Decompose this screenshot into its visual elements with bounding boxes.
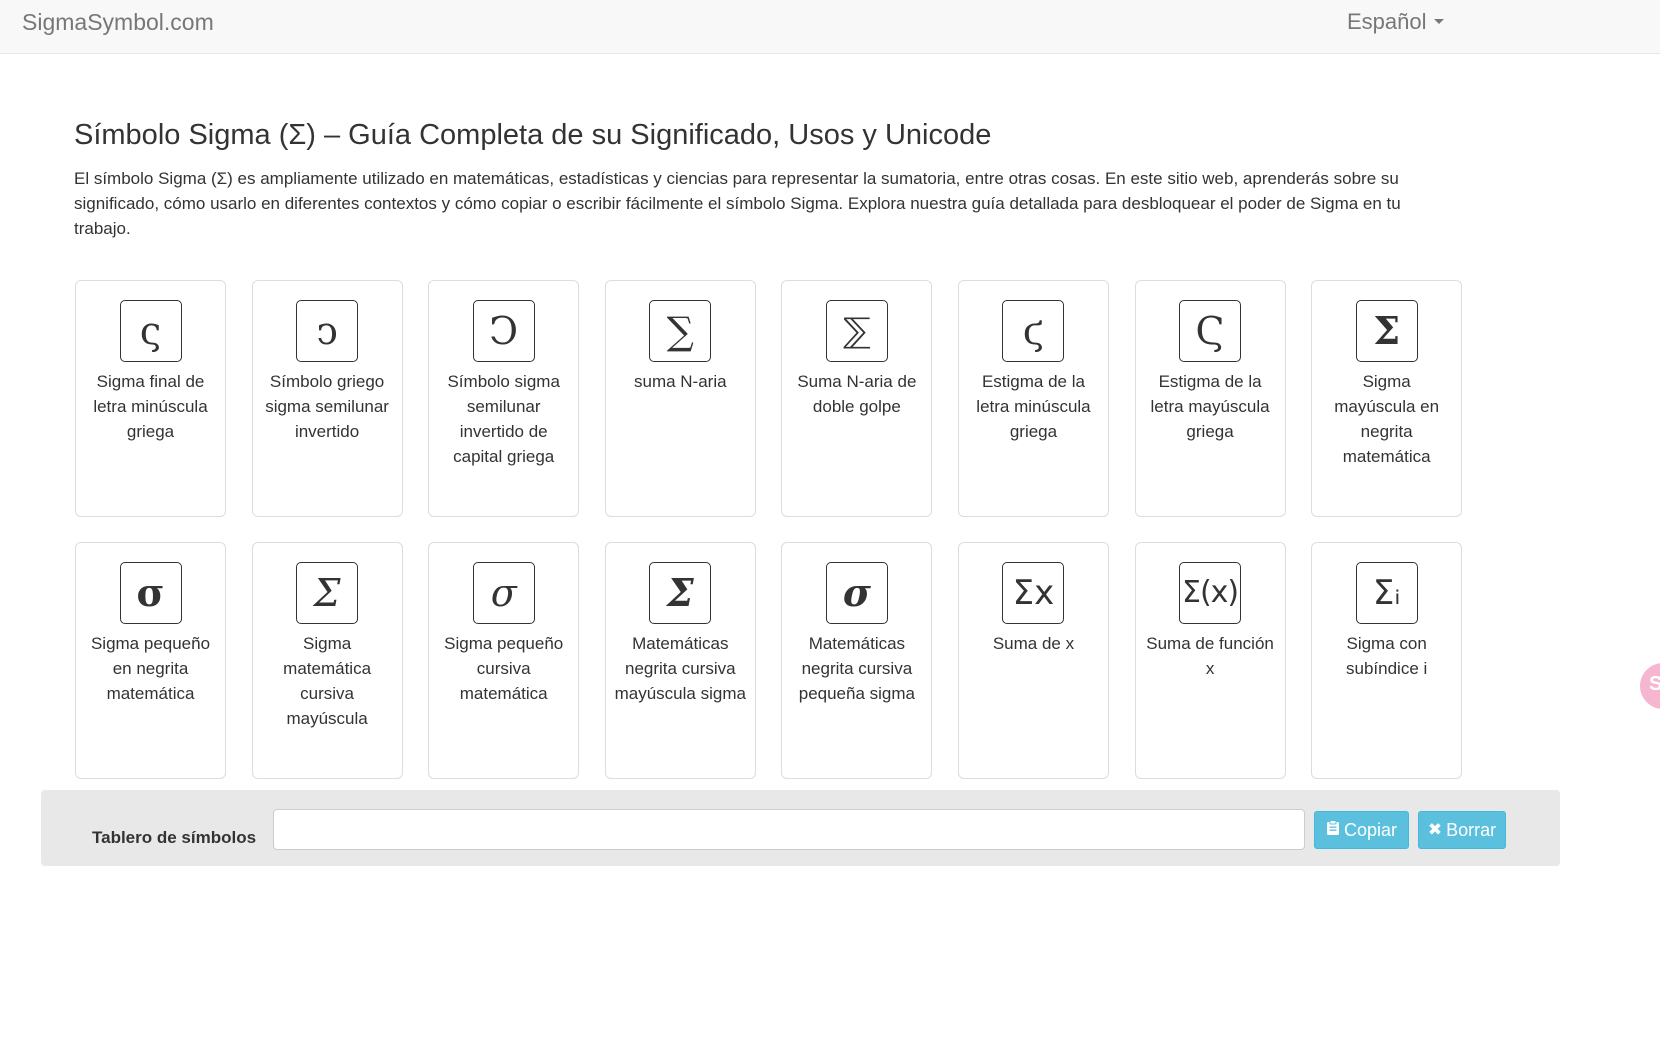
symbol-glyph: 𝚺 [1355,300,1418,362]
intro-paragraph: El símbolo Sigma (Σ) es ampliamente util… [74,169,1401,238]
symbol-glyph: Σᵢ [1355,562,1418,624]
symbol-label: Suma N-aria de doble golpe [797,372,917,416]
clear-label: Borrar [1446,819,1497,840]
symbol-glyph: 𝛴 [296,562,359,624]
symbol-label: Sigma final de letra minúscula griega [93,372,208,441]
symbol-glyph: 𝜮 [649,562,712,624]
symbol-glyph: Ϛ [1179,300,1242,362]
language-dropdown[interactable]: Español [1347,9,1444,35]
symbol-label: Estigma de la letra minúscula griega [976,372,1091,441]
card-reversed-lunate-sigma-capital[interactable]: Ͻ Símbolo sigma semilunar invertido de c… [428,280,580,517]
symbol-label: Sigma matemática cursiva mayúscula [283,634,372,728]
symbol-label: Suma de x [992,634,1075,653]
card-math-bold-small-sigma[interactable]: 𝛔 Sigma pequeño en negrita matemática [75,542,226,779]
symbol-glyph: 𝛔 [119,562,182,624]
copy-button[interactable]: Copiar [1314,811,1409,849]
symbol-glyph: ⅀ [825,300,888,362]
floating-widget-icon: S [1649,673,1660,695]
symbol-label: Estigma de la letra mayúscula griega [1150,372,1270,441]
floating-widget-button[interactable]: S [1640,663,1660,709]
symbol-glyph: Σx [1002,562,1065,624]
clipboard-icon [1326,819,1340,841]
symbol-label: Matemáticas negrita cursiva mayúscula si… [614,634,746,703]
symbol-grid: ς Sigma final de letra minúscula griega … [75,280,1463,1041]
clear-button[interactable]: ✖ Borrar [1418,811,1506,849]
language-label: Español [1347,9,1427,34]
symbol-glyph: ς [119,300,182,362]
card-sum-of-function-x[interactable]: Σ(x) Suma de función x [1134,542,1286,779]
symbol-glyph: ∑ [649,300,712,362]
symbol-board-toolbar: Tablero de símbolos Copiar ✖ Borrar [41,790,1560,866]
symbol-label: Matemáticas negrita cursiva pequeña sigm… [798,634,915,703]
symbol-label: Suma de función x [1146,634,1274,678]
symbol-board-label: Tablero de símbolos [92,828,257,847]
page-title: Símbolo Sigma (Σ) – Guía Completa de su … [74,119,992,151]
card-reversed-lunate-sigma-small[interactable]: ͻ Símbolo griego sigma semilunar inverti… [251,280,403,517]
card-sum-of-x[interactable]: Σx Suma de x [957,542,1109,779]
copy-label: Copiar [1343,819,1398,840]
symbol-board-input[interactable] [273,809,1305,850]
symbol-glyph: 𝜎 [472,562,535,624]
card-double-struck-summation[interactable]: ⅀ Suma N-aria de doble golpe [781,280,933,517]
symbol-glyph: 𝝈 [825,562,888,624]
card-stigma-small[interactable]: ϛ Estigma de la letra minúscula griega [957,280,1109,517]
symbol-label: Sigma mayúscula en negrita matemática [1334,372,1440,466]
symbol-label: Sigma con subíndice i [1346,634,1428,678]
card-stigma-capital[interactable]: Ϛ Estigma de la letra mayúscula griega [1134,280,1286,517]
symbol-glyph: Ͻ [472,300,535,362]
card-final-sigma[interactable]: ς Sigma final de letra minúscula griega [75,280,226,517]
close-icon: ✖ [1427,820,1443,839]
symbol-label: Sigma pequeño en negrita matemática [90,634,211,703]
symbol-glyph: ͻ [296,300,359,362]
symbol-label: Símbolo sigma semilunar invertido de cap… [447,372,560,466]
symbol-label: suma N-aria [633,372,727,391]
card-math-italic-capital-sigma[interactable]: 𝛴 Sigma matemática cursiva mayúscula [251,542,403,779]
card-sigma-subscript-i[interactable]: Σᵢ Sigma con subíndice i [1311,542,1463,779]
card-math-italic-small-sigma[interactable]: 𝜎 Sigma pequeño cursiva matemática [428,542,580,779]
navbar: SigmaSymbol.com Español [0,0,1660,54]
card-math-bold-italic-small-sigma[interactable]: 𝝈 Matemáticas negrita cursiva pequeña si… [781,542,933,779]
brand-link[interactable]: SigmaSymbol.com [22,9,214,36]
card-n-ary-summation[interactable]: ∑ suma N-aria [604,280,756,517]
symbol-glyph: ϛ [1002,300,1065,362]
symbol-label: Sigma pequeño cursiva matemática [444,634,564,703]
symbol-label: Símbolo griego sigma semilunar invertido [265,372,389,441]
card-math-bold-italic-capital-sigma[interactable]: 𝜮 Matemáticas negrita cursiva mayúscula … [604,542,756,779]
caret-down-icon [1433,18,1444,24]
card-math-bold-capital-sigma[interactable]: 𝚺 Sigma mayúscula en negrita matemática [1311,280,1463,517]
symbol-glyph: Σ(x) [1179,562,1242,624]
